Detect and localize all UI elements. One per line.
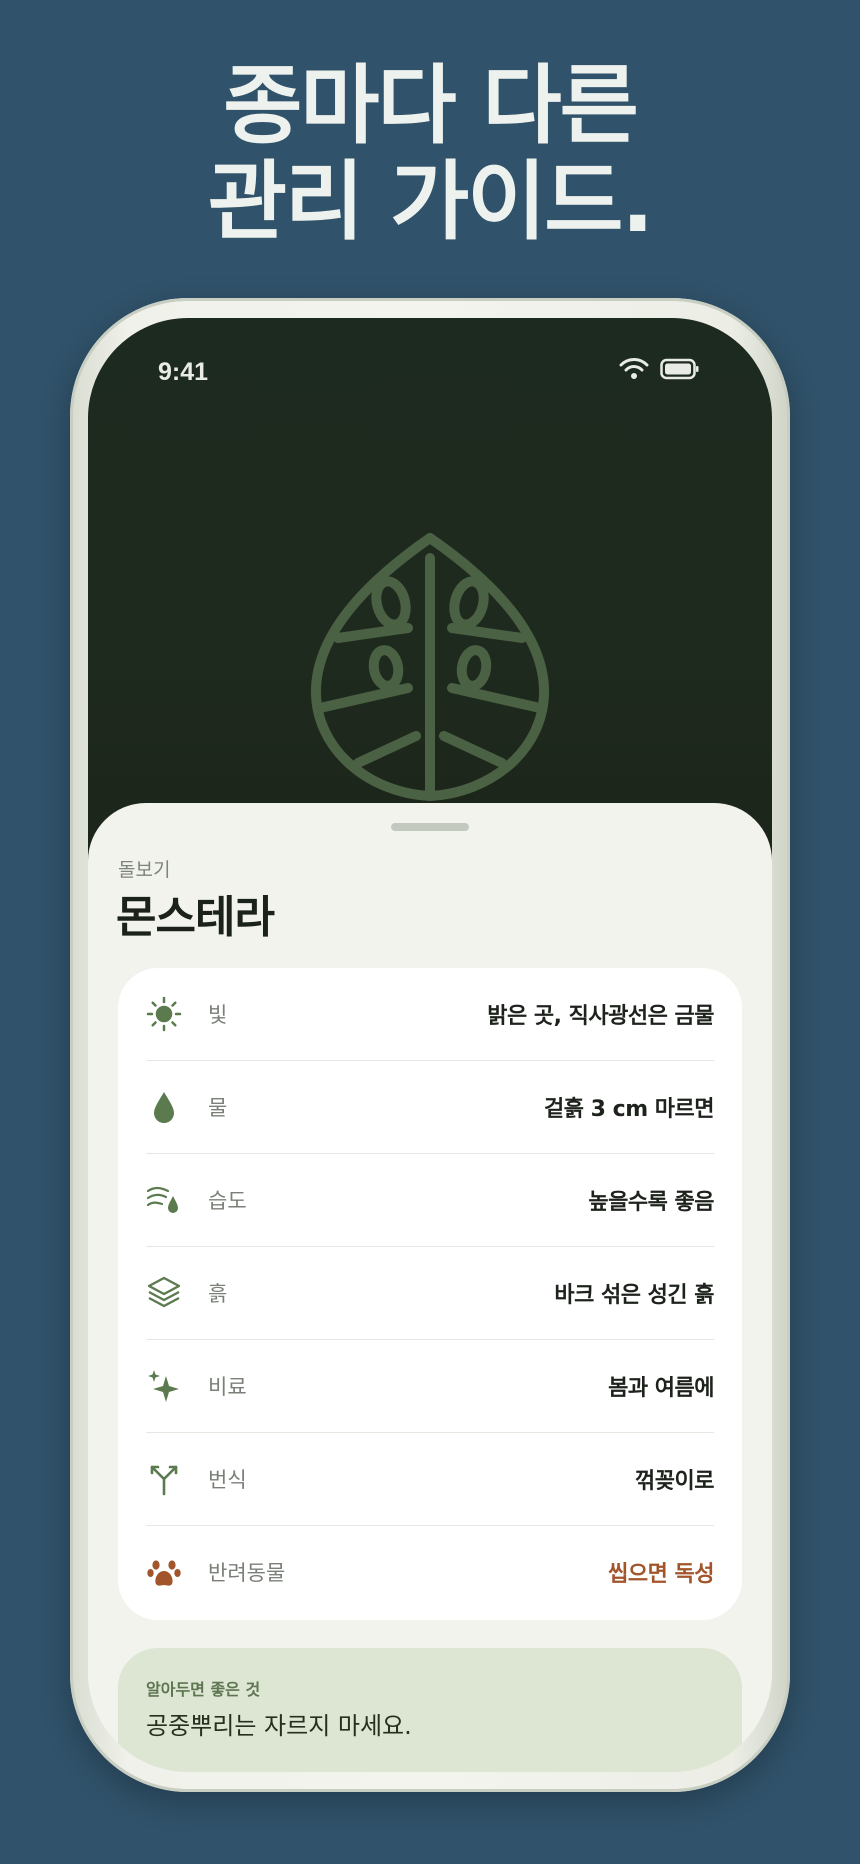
tip-text: 공중뿌리는 자르지 마세요. [146, 1712, 412, 1740]
care-row-fertilizer[interactable]: 비료 봄과 여름에 [146, 1340, 714, 1432]
care-row-soil[interactable]: 흙 바크 섞은 성긴 흙 [146, 1247, 714, 1339]
phone-screen: 9:41 돌보기 몬스테라 빛 밝은 곳, 직사광선은 금물 물 겉흙 3 cm… [88, 318, 772, 1772]
care-label: 물 [208, 1096, 228, 1120]
care-row-pets[interactable]: 반려동물 씹으면 독성 [146, 1526, 714, 1618]
humidity-icon [146, 1182, 182, 1218]
care-label: 비료 [208, 1375, 247, 1399]
paw-icon [146, 1554, 182, 1590]
care-row-humidity[interactable]: 습도 높을수록 좋음 [146, 1154, 714, 1246]
care-row-light[interactable]: 빛 밝은 곳, 직사광선은 금물 [146, 968, 714, 1060]
status-time: 9:41 [158, 358, 209, 386]
care-label: 흙 [208, 1282, 228, 1306]
soil-layers-icon [146, 1275, 182, 1311]
headline: 종마다 다른 관리 가이드. [0, 58, 860, 250]
propagation-icon [146, 1461, 182, 1497]
battery-icon [660, 358, 699, 380]
care-value: 바크 섞은 성긴 흙 [554, 1283, 714, 1308]
care-value: 봄과 여름에 [608, 1376, 714, 1401]
plant-title: 몬스테라 [116, 892, 275, 943]
tip-card: 알아두면 좋은 것 공중뿌리는 자르지 마세요. [118, 1648, 742, 1772]
care-label: 반려동물 [208, 1561, 286, 1585]
sheet-grabber[interactable] [391, 823, 469, 831]
status-bar: 9:41 [88, 318, 772, 428]
care-label: 번식 [208, 1468, 247, 1492]
wifi-icon [619, 358, 649, 379]
plant-hero-image: 9:41 [88, 318, 772, 878]
headline-line-2: 관리 가이드. [207, 152, 654, 252]
care-value-warning: 씹으면 독성 [608, 1562, 714, 1587]
sun-icon [146, 996, 182, 1032]
sheet-eyebrow: 돌보기 [118, 859, 171, 881]
care-value: 높을수록 좋음 [588, 1190, 714, 1215]
care-label: 습도 [208, 1189, 247, 1213]
care-sheet: 돌보기 몬스테라 빛 밝은 곳, 직사광선은 금물 물 겉흙 3 cm 마르면 … [88, 803, 772, 1772]
care-list-card: 빛 밝은 곳, 직사광선은 금물 물 겉흙 3 cm 마르면 습도 높을수록 좋… [118, 968, 742, 1620]
headline-line-1: 종마다 다른 [223, 56, 639, 156]
care-row-water[interactable]: 물 겉흙 3 cm 마르면 [146, 1061, 714, 1153]
care-value: 겉흙 3 cm 마르면 [544, 1097, 714, 1122]
care-row-propagation[interactable]: 번식 꺾꽂이로 [146, 1433, 714, 1525]
care-label: 빛 [208, 1003, 228, 1027]
water-drop-icon [146, 1089, 182, 1125]
care-value: 밝은 곳, 직사광선은 금물 [487, 1004, 714, 1029]
tip-label: 알아두면 좋은 것 [146, 1680, 261, 1699]
monstera-leaf-icon [310, 533, 550, 801]
care-value: 꺾꽂이로 [635, 1469, 714, 1494]
sparkle-icon [146, 1368, 182, 1404]
